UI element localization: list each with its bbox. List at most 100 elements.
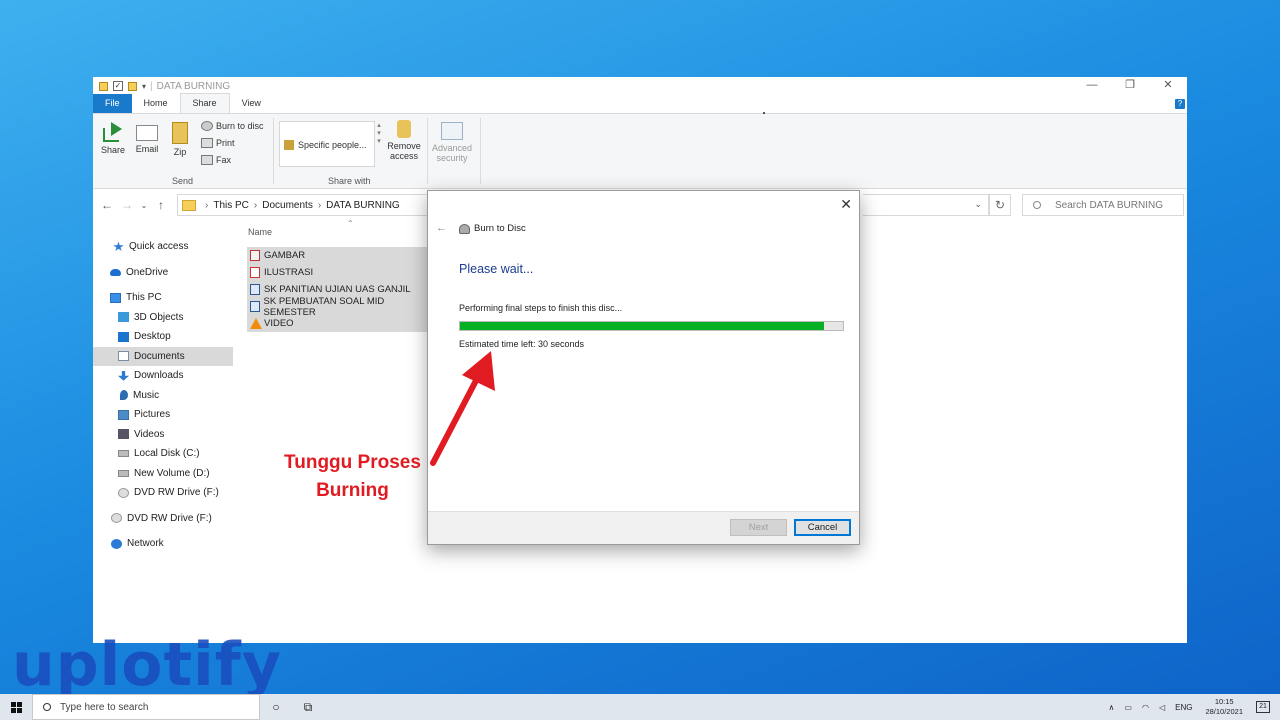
clock[interactable]: 10:15 28/10/2021 — [1205, 697, 1243, 717]
search-placeholder: Search DATA BURNING — [1055, 199, 1163, 211]
burn-disc-icon — [459, 223, 470, 234]
advanced-security-label: Advanced security — [431, 143, 473, 163]
help-icon[interactable]: ? — [1175, 99, 1185, 109]
advanced-security-button[interactable]: Advanced security — [430, 122, 474, 163]
fax-button[interactable]: Fax — [201, 155, 231, 165]
burn-to-disc-button[interactable]: Burn to disc — [201, 121, 264, 131]
email-button[interactable]: Email — [134, 122, 160, 154]
taskbar-search-input[interactable]: Type here to search — [32, 694, 260, 720]
burn-label: Burn to disc — [216, 121, 264, 131]
sidebar-item-desktop[interactable]: Desktop — [93, 327, 233, 347]
chevron-right-icon[interactable]: › — [318, 200, 321, 211]
address-dropdown-icon[interactable]: ⌄ — [863, 194, 989, 216]
sidebar-item-pictures[interactable]: Pictures — [93, 405, 233, 425]
language-indicator[interactable]: ENG — [1175, 703, 1192, 712]
window-controls: — ❐ ✕ — [1073, 77, 1187, 95]
share-with-list[interactable]: Specific people... — [279, 121, 375, 167]
sidebar-item-videos[interactable]: Videos — [93, 425, 233, 445]
cancel-button[interactable]: Cancel — [794, 519, 851, 536]
volume-icon[interactable]: ◁ — [1159, 703, 1165, 712]
share-button[interactable]: Share — [100, 122, 126, 155]
tray-expand-icon[interactable]: ∧ — [1109, 703, 1115, 712]
window-title: DATA BURNING — [156, 80, 231, 92]
ribbon-share: Share Email Zip Burn to disc Print Fax S… — [93, 114, 1187, 189]
dialog-back-arrow-icon[interactable]: ← — [436, 222, 447, 234]
task-view-icon[interactable]: ⧉ — [292, 700, 324, 715]
burn-progress-bar — [459, 321, 844, 331]
file-row[interactable]: SK PEMBUATAN SOAL MID SEMESTER — [247, 296, 429, 318]
print-label: Print — [216, 138, 235, 148]
properties-icon[interactable]: ✓ — [113, 81, 123, 91]
breadcrumb-this-pc[interactable]: This PC — [213, 200, 249, 211]
zip-button[interactable]: Zip — [169, 122, 191, 157]
navigation-pane: Quick access OneDrive This PC 3D Objects… — [93, 237, 233, 554]
cortana-icon[interactable]: ○ — [260, 700, 292, 714]
address-bar[interactable]: › This PC › Documents › DATA BURNING — [177, 194, 431, 216]
dialog-close-button[interactable]: ✕ — [840, 196, 852, 213]
sidebar-item-quick-access[interactable]: Quick access — [93, 237, 233, 257]
column-header-name[interactable]: Name — [248, 227, 428, 237]
sidebar-item-3d-objects[interactable]: 3D Objects — [93, 308, 233, 328]
breadcrumb-documents[interactable]: Documents — [262, 200, 313, 211]
title-separator: | — [150, 80, 153, 92]
send-group-label: Send — [172, 176, 194, 186]
chevron-right-icon[interactable]: › — [254, 200, 257, 211]
tab-view[interactable]: View — [230, 94, 273, 113]
sidebar-item-dvd-drive[interactable]: DVD RW Drive (F:) — [93, 483, 233, 503]
search-input[interactable]: Search DATA BURNING — [1022, 194, 1184, 216]
ribbon-tabs: File Home Share View — [93, 93, 1187, 114]
computer-icon — [110, 292, 121, 303]
sidebar-item-onedrive[interactable]: OneDrive — [93, 263, 233, 283]
sidebar-item-music[interactable]: Music — [93, 386, 233, 406]
sidebar-item-label: This PC — [126, 292, 162, 304]
file-row[interactable]: ILUSTRASI — [247, 264, 429, 281]
back-arrow-icon[interactable]: ← — [97, 198, 117, 212]
up-arrow-icon[interactable]: ↑ — [151, 198, 171, 212]
progress-fill — [460, 322, 824, 330]
new-folder-icon[interactable] — [128, 81, 137, 91]
sidebar-item-local-disk-c[interactable]: Local Disk (C:) — [93, 444, 233, 464]
zip-label: Zip — [173, 147, 187, 157]
sidebar-item-new-volume-d[interactable]: New Volume (D:) — [93, 464, 233, 484]
sidebar-item-this-pc[interactable]: This PC — [93, 288, 233, 308]
share-list-scroll[interactable]: ▴ ▾ ▾ — [375, 121, 383, 167]
search-icon — [43, 703, 51, 711]
breadcrumb-data-burning[interactable]: DATA BURNING — [326, 200, 400, 211]
clock-date: 28/10/2021 — [1205, 707, 1243, 716]
minimize-button[interactable]: — — [1073, 77, 1111, 95]
notification-icon[interactable]: 21 — [1256, 701, 1270, 713]
sidebar-item-label: Downloads — [134, 370, 184, 382]
wifi-icon[interactable]: ◠ — [1142, 703, 1149, 712]
sidebar-item-downloads[interactable]: Downloads — [93, 366, 233, 386]
pdf-file-icon — [250, 267, 260, 278]
group-divider — [427, 118, 428, 184]
print-button[interactable]: Print — [201, 138, 235, 148]
file-row[interactable]: GAMBAR — [247, 247, 429, 264]
sidebar-item-dvd-drive-root[interactable]: DVD RW Drive (F:) — [93, 509, 233, 529]
restore-button[interactable]: ❐ — [1111, 77, 1149, 95]
remove-access-button[interactable]: Remove access — [385, 120, 423, 161]
next-button[interactable]: Next — [730, 519, 787, 536]
tab-share[interactable]: Share — [179, 93, 230, 113]
file-row[interactable]: VIDEO — [247, 315, 429, 332]
forward-arrow-icon[interactable]: → — [117, 198, 137, 212]
email-icon — [136, 125, 158, 141]
sidebar-item-label: Documents — [134, 350, 185, 362]
refresh-icon[interactable]: ↻ — [989, 194, 1011, 216]
folder-icon[interactable] — [99, 81, 108, 91]
star-icon — [113, 241, 124, 251]
battery-icon[interactable]: ▭ — [1124, 703, 1132, 712]
share-list-item[interactable]: Specific people... — [298, 140, 367, 166]
close-button[interactable]: ✕ — [1149, 77, 1187, 95]
quick-access-dropdown-icon[interactable]: ▾ — [142, 82, 146, 91]
tab-home[interactable]: Home — [132, 94, 180, 113]
sidebar-item-label: Local Disk (C:) — [134, 448, 200, 460]
tab-file[interactable]: File — [93, 94, 132, 113]
sidebar-item-documents[interactable]: Documents — [93, 346, 233, 366]
start-button[interactable] — [0, 694, 32, 720]
recent-dropdown-icon[interactable]: ⌄ — [137, 201, 151, 210]
chevron-right-icon[interactable]: › — [205, 200, 208, 211]
lock-icon — [397, 120, 411, 138]
sidebar-item-network[interactable]: Network — [93, 534, 233, 554]
file-list: GAMBAR ILUSTRASI SK PANITIAN UJIAN UAS G… — [247, 247, 429, 332]
